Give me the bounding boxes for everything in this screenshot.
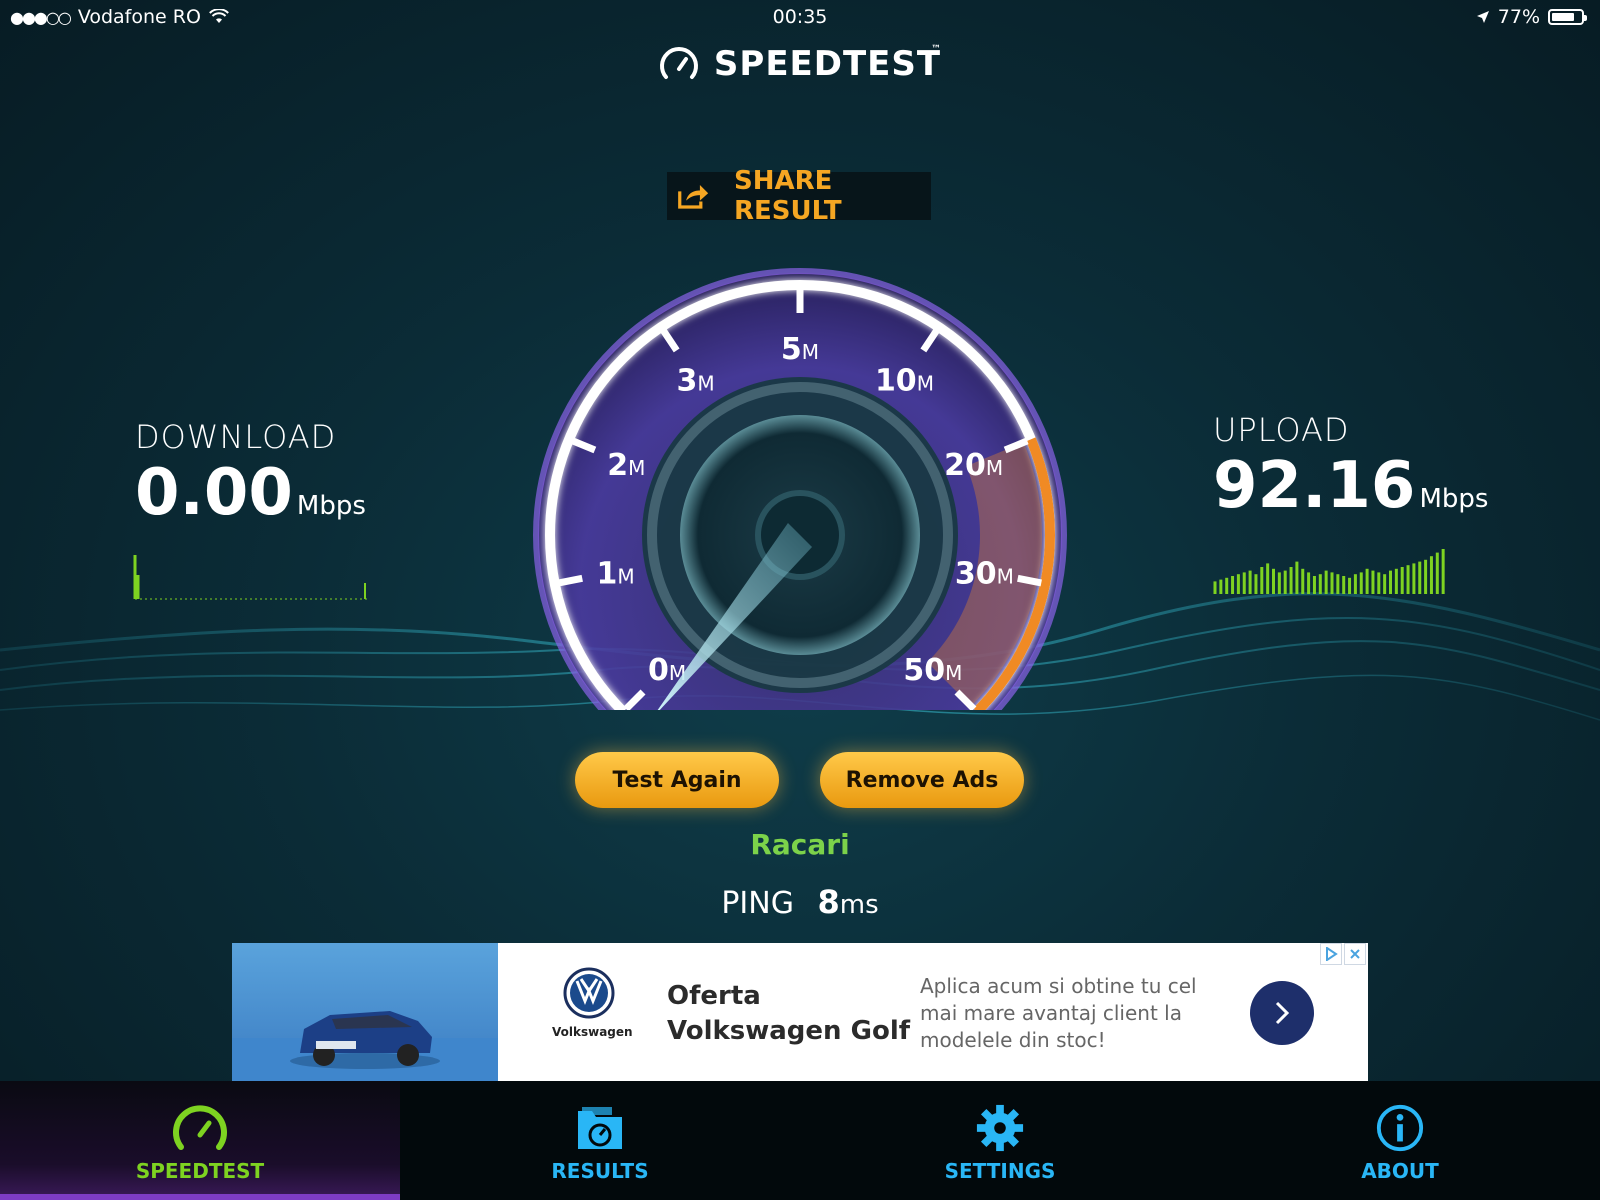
ad-brand-name: Volkswagen [552,1025,633,1039]
download-panel: DOWNLOAD 0.00 Mbps [135,418,366,530]
tab-about-label: ABOUT [1361,1159,1439,1183]
adchoices-icon[interactable] [1320,943,1342,965]
ping-unit: ms [839,890,879,920]
share-result-button[interactable]: SHARE RESULT [667,166,931,226]
remove-ads-button[interactable]: Remove Ads [820,752,1024,808]
results-folder-icon [578,1107,622,1149]
share-icon [678,185,709,209]
speedometer-icon [173,1105,227,1150]
download-label: DOWNLOAD [135,418,337,456]
ad-car-image[interactable] [232,943,498,1081]
server-name: Racari [750,828,850,861]
clock: 00:35 [772,6,828,28]
download-unit: Mbps [296,491,366,521]
info-icon [1376,1104,1424,1152]
ad-body-text[interactable]: Aplica acum si obtine tu cel mai mare av… [920,973,1200,1054]
ad-close-icon[interactable] [1344,943,1366,965]
speed-gauge: 0M1M2M3M5M10M20M30M50M [533,268,1067,710]
app-logo: SPEEDTEST™ [0,44,1600,84]
upload-sparkline [1213,549,1445,594]
tab-speedtest-label: SPEEDTEST [135,1159,265,1183]
speedometer-logo-icon [659,47,698,79]
tab-results-label: RESULTS [551,1159,649,1183]
upload-panel: UPLOAD 92.16 Mbps [1213,411,1488,523]
ad-headline-line-1: Oferta [667,981,761,1011]
status-bar: ●●●○○ Vodafone RO 00:35 77% [0,0,1600,34]
test-again-button[interactable]: Test Again [575,752,779,808]
volkswagen-logo-icon [563,967,615,1019]
battery-percent: 77% [1497,6,1540,28]
upload-unit: Mbps [1419,484,1489,514]
ping-value: 8 [817,883,840,921]
ad-headline[interactable]: Oferta Volkswagen Golf [667,979,910,1049]
gauge-tick [558,574,583,587]
tab-speedtest[interactable]: SPEEDTEST [0,1081,400,1200]
upload-value: 92.16 [1213,449,1416,523]
ping-label: PING [721,886,794,921]
ad-brand[interactable]: Volkswagen [552,967,633,1039]
ad-headline-line-2: Volkswagen Golf [667,1016,911,1046]
battery-level [1552,13,1574,21]
chevron-right-icon [1275,1001,1290,1025]
ad-cta-button[interactable] [1250,981,1314,1045]
gauge-tick [1017,574,1042,587]
share-result-label: SHARE RESULT [733,166,842,226]
upload-label: UPLOAD [1213,411,1350,449]
tab-results[interactable]: RESULTS [400,1081,800,1200]
logo-text: SPEEDTEST [713,44,942,84]
tab-settings-label: SETTINGS [944,1159,1056,1183]
tab-bar: SPEEDTEST RESULTS SETTINGS ABOUT [0,1081,1600,1200]
ad-banner[interactable]: Volkswagen Oferta Volkswagen Golf Aplica… [232,943,1368,1081]
tab-about[interactable]: ABOUT [1200,1081,1600,1200]
ping-readout: PING 8ms [0,883,1600,921]
battery-icon [1548,9,1587,25]
download-sparkline [133,555,367,600]
download-value: 0.00 [135,456,293,530]
gear-icon [976,1104,1024,1152]
location-arrow-icon [1476,11,1489,23]
tab-settings[interactable]: SETTINGS [800,1081,1200,1200]
trademark: ™ [931,44,943,55]
